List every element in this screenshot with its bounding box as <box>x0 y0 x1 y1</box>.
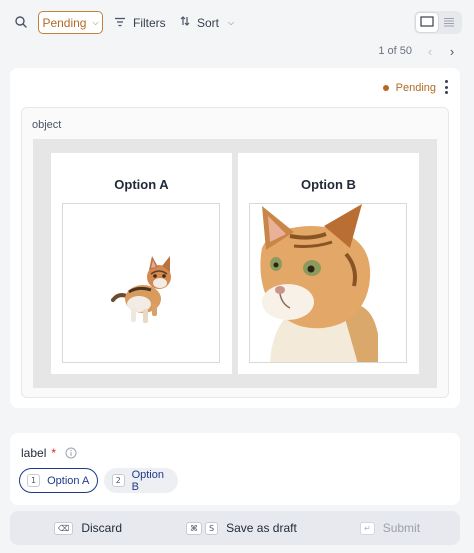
chevron-right-icon[interactable]: › <box>446 44 458 59</box>
label-header: label * <box>21 446 77 460</box>
sort-icon <box>180 15 190 30</box>
list-view-icon <box>443 14 455 32</box>
save-draft-button[interactable]: ⌘ S Save as draft <box>186 511 297 545</box>
option-a-panel[interactable]: Option A <box>51 153 232 374</box>
option-b-panel[interactable]: Option B <box>238 153 419 374</box>
status-filter-label: Pending <box>42 15 87 30</box>
single-view-button[interactable] <box>416 13 438 32</box>
sort-label: Sort <box>197 15 220 30</box>
shortcut-key: 1 <box>27 474 41 487</box>
filters-button[interactable]: Filters <box>114 11 166 34</box>
object-container: object Option A Option B <box>21 107 449 398</box>
discard-button[interactable]: ⌫ Discard <box>54 511 122 545</box>
label-title: label <box>21 446 47 460</box>
filter-icon <box>114 16 126 30</box>
kitten-closeup-icon <box>260 204 379 362</box>
pagination: 1 of 50 ‹ › <box>378 42 458 60</box>
save-draft-label: Save as draft <box>226 521 297 535</box>
label-section: label * 1 Option A 2 Option B <box>10 433 460 505</box>
pagination-text: 1 of 50 <box>378 45 412 57</box>
chevron-down-icon: ⌵ <box>92 18 99 27</box>
backspace-key-icon: ⌫ <box>54 521 74 535</box>
view-toggle <box>414 11 462 34</box>
status-filter-dropdown[interactable]: Pending ⌵ <box>38 11 103 34</box>
single-view-icon <box>420 14 434 32</box>
option-b-title: Option B <box>301 177 356 192</box>
submit-label: Submit <box>382 521 421 535</box>
object-label: object <box>32 119 62 131</box>
info-icon[interactable] <box>65 447 77 459</box>
shortcut-key: S <box>205 521 219 535</box>
option-a-title: Option A <box>114 177 169 192</box>
more-options-icon[interactable] <box>441 80 451 94</box>
option-b-image <box>249 203 407 363</box>
enter-key-icon: ↵ <box>360 521 375 535</box>
sort-button[interactable]: Sort ⌵ <box>180 11 234 34</box>
discard-label: Discard <box>81 521 122 535</box>
submit-button[interactable]: ↵ Submit <box>360 511 420 545</box>
option-a-image <box>62 203 220 363</box>
filters-label: Filters <box>133 15 166 30</box>
command-key-icon: ⌘ <box>186 521 202 535</box>
task-card: Pending object Option A Option B <box>10 68 460 408</box>
search-icon[interactable] <box>13 14 29 30</box>
shortcut-keys: ⌘ S <box>186 521 219 535</box>
toolbar: Pending ⌵ Filters Sort ⌵ <box>0 0 474 44</box>
choice-label: Option A <box>47 474 90 487</box>
list-view-button[interactable] <box>438 13 460 32</box>
action-footer: ⌫ Discard ⌘ S Save as draft ↵ Submit <box>10 511 460 545</box>
choice-option-a[interactable]: 1 Option A <box>19 468 98 493</box>
status-badge: Pending <box>382 82 436 94</box>
shortcut-key: 2 <box>112 474 125 487</box>
status-dot-icon <box>382 85 389 91</box>
kitten-small-icon <box>111 256 171 323</box>
chevron-left-icon[interactable]: ‹ <box>424 44 436 59</box>
required-mark: * <box>51 446 57 460</box>
chevron-down-icon: ⌵ <box>228 17 235 27</box>
status-text: Pending <box>395 82 436 94</box>
choice-label: Option B <box>131 468 164 493</box>
comparison-frame: Option A Option B <box>33 139 437 388</box>
choice-option-b[interactable]: 2 Option B <box>104 468 178 493</box>
